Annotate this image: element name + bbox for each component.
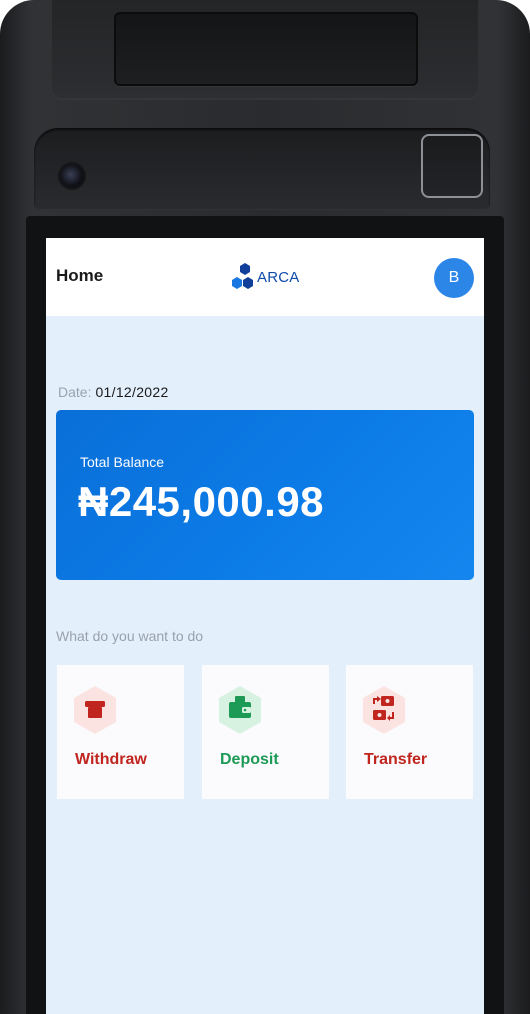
- app-screen: Home ARCA B Date: 01/12/2022 Total Balanc…: [46, 238, 484, 1014]
- withdraw-label: Withdraw: [75, 751, 147, 768]
- avatar-initial: B: [448, 269, 460, 286]
- transfer-icon: [363, 686, 405, 734]
- date-label: Date:: [58, 384, 92, 400]
- printer-slot: [114, 12, 418, 86]
- wallet-icon: [219, 686, 261, 734]
- avatar[interactable]: B: [434, 258, 474, 298]
- deposit-button[interactable]: Deposit: [202, 665, 329, 799]
- logo-text: ARCA: [257, 268, 300, 286]
- deposit-label: Deposit: [220, 751, 279, 768]
- page-title: Home: [56, 266, 104, 285]
- arca-logo-icon: [232, 263, 253, 289]
- balance-amount: ₦245,000.98: [78, 478, 325, 525]
- arca-logo: ARCA: [228, 262, 299, 292]
- balance-label: Total Balance: [80, 454, 165, 470]
- withdraw-button[interactable]: Withdraw: [57, 665, 184, 799]
- camera-icon: [60, 164, 84, 188]
- fingerprint-sensor[interactable]: [421, 134, 483, 198]
- balance-card: Total Balance ₦245,000.98: [56, 410, 474, 580]
- atm-withdraw-icon: [74, 686, 116, 734]
- transfer-label: Transfer: [364, 751, 428, 768]
- date-value: 01/12/2022: [95, 384, 169, 400]
- transfer-button[interactable]: Transfer: [346, 665, 473, 799]
- actions-prompt: What do you want to do: [56, 628, 204, 644]
- date-row: Date: 01/12/2022: [58, 384, 169, 400]
- app-header: Home ARCA B: [46, 238, 484, 316]
